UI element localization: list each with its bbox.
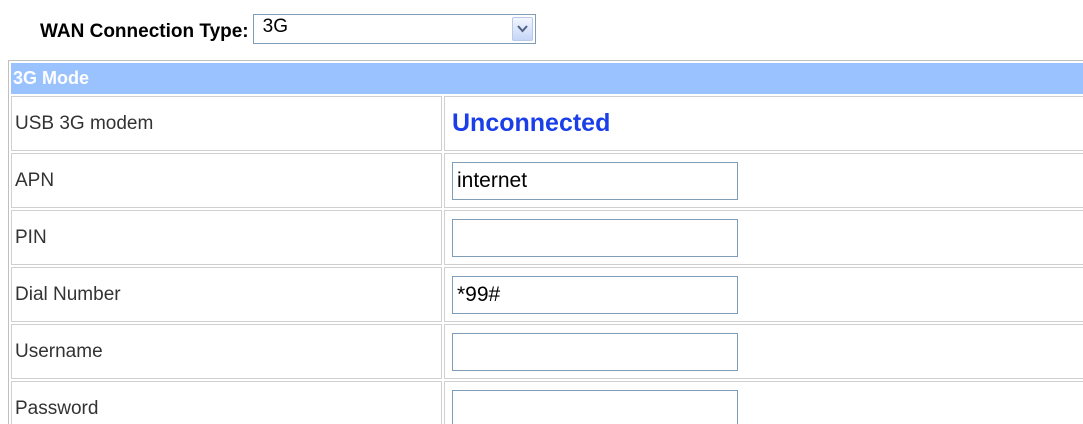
usb-3g-modem-label: USB 3G modem — [11, 96, 442, 151]
wan-connection-type-row: WAN Connection Type: 3G — [40, 11, 536, 47]
username-label: Username — [11, 324, 442, 379]
table-row: PIN — [11, 210, 1083, 265]
password-input[interactable] — [452, 389, 738, 424]
pin-label: PIN — [11, 210, 442, 265]
usb-3g-modem-status-cell: Unconnected — [444, 96, 1083, 151]
apn-input[interactable] — [452, 161, 738, 200]
table-row: Dial Number — [11, 267, 1083, 322]
username-input[interactable] — [452, 332, 738, 371]
3g-mode-table: 3G Mode USB 3G modem Unconnected APN PIN… — [8, 60, 1083, 424]
dial-number-input[interactable] — [452, 275, 738, 314]
table-row: Password — [11, 381, 1083, 424]
dial-number-cell — [444, 267, 1083, 322]
usb-3g-modem-status: Unconnected — [452, 109, 611, 137]
chevron-down-icon[interactable] — [511, 17, 533, 41]
table-row: Username — [11, 324, 1083, 379]
wan-connection-type-select[interactable]: 3G — [252, 14, 536, 44]
table-row: USB 3G modem Unconnected — [11, 96, 1083, 151]
username-cell — [444, 324, 1083, 379]
wan-connection-type-label: WAN Connection Type: — [40, 20, 249, 42]
password-label: Password — [11, 381, 442, 424]
wan-connection-type-value: 3G — [262, 16, 288, 37]
table-row: APN — [11, 153, 1083, 208]
apn-label: APN — [11, 153, 442, 208]
apn-cell — [444, 153, 1083, 208]
pin-cell — [444, 210, 1083, 265]
page: WAN Connection Type: 3G 3G Mode USB 3G m… — [0, 0, 1083, 424]
dial-number-label: Dial Number — [11, 267, 442, 322]
pin-input[interactable] — [452, 218, 738, 257]
section-header-3g-mode: 3G Mode — [11, 63, 1083, 94]
password-cell — [444, 381, 1083, 424]
